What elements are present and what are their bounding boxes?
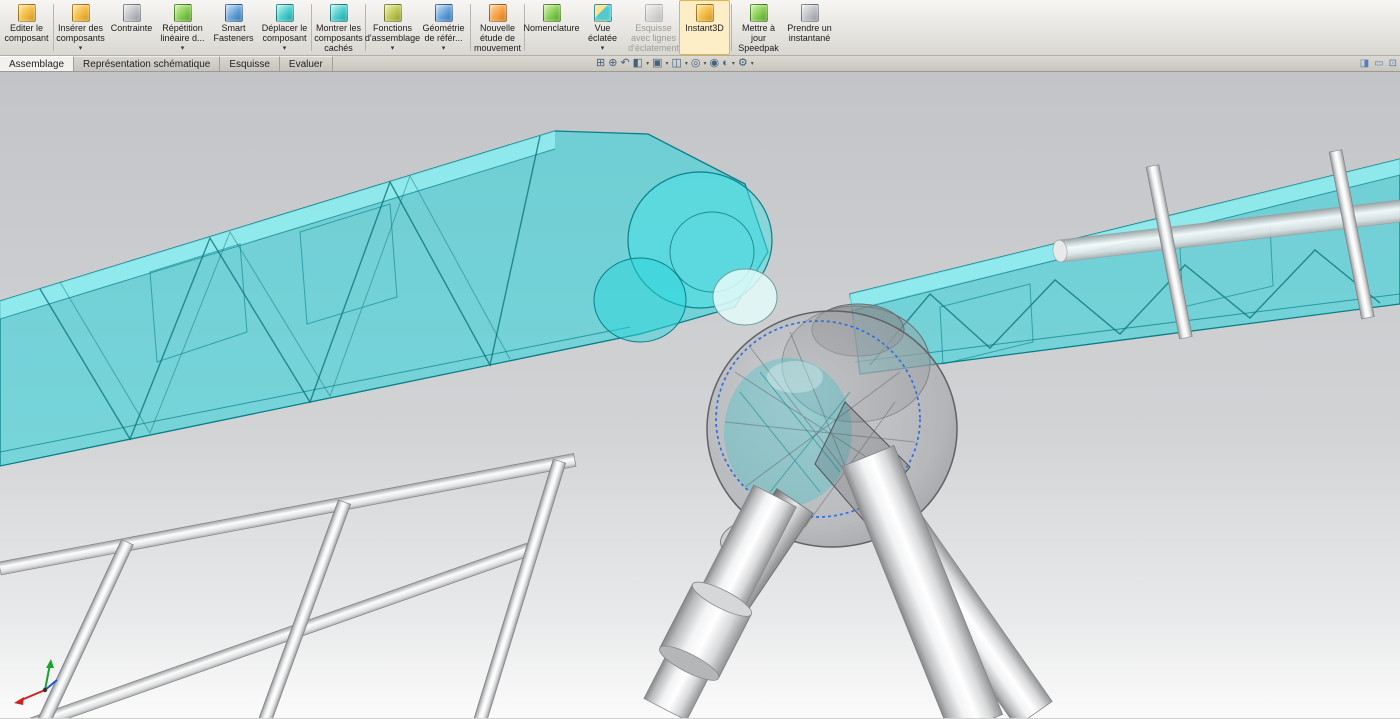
edit-appearance-icon[interactable]: ◉: [710, 58, 720, 69]
new-motion-study-icon: [489, 4, 507, 22]
show-hidden-components-button[interactable]: Montrer les composants cachés: [313, 0, 364, 55]
assembly-features-button[interactable]: Fonctions d'assemblage ▾: [367, 0, 418, 55]
graphics-area[interactable]: [0, 72, 1400, 718]
featuremanager-collapse-icon[interactable]: ▭: [1374, 59, 1383, 69]
mate-paperclip-icon: [123, 4, 141, 22]
toolbar-separator: [470, 4, 471, 51]
take-snapshot-icon: [801, 4, 819, 22]
exploded-view-icon: [594, 4, 612, 22]
view-toolbar: ⊞⊕↶◧▾▣▾◫▾◎▾◉◐▾⚙▾: [596, 56, 754, 71]
smart-fasteners-icon: [225, 4, 243, 22]
explode-line-sketch-button: Esquisse avec lignes d'éclatement: [628, 0, 679, 55]
dropdown-caret-icon[interactable]: ▾: [704, 60, 707, 67]
dropdown-caret-icon[interactable]: ▾: [601, 46, 605, 51]
move-component-icon: [276, 4, 294, 22]
assembly-features-icon: [384, 4, 402, 22]
dropdown-caret-icon[interactable]: ▾: [391, 46, 395, 51]
previous-view-icon[interactable]: ↶: [620, 58, 629, 69]
smart-fasteners-button[interactable]: Smart Fasteners: [208, 0, 259, 55]
dropdown-caret-icon[interactable]: ▾: [685, 60, 688, 67]
command-manager-tabs: Assemblage Représentation schématique Es…: [0, 56, 1400, 72]
dropdown-caret-icon[interactable]: ▾: [646, 60, 649, 67]
dropdown-caret-icon[interactable]: ▾: [442, 46, 446, 51]
view-orientation-icon[interactable]: ▣: [652, 58, 662, 69]
toolbar-separator: [731, 4, 732, 51]
explode-line-sketch-icon: [645, 4, 663, 22]
dropdown-caret-icon[interactable]: ▾: [283, 46, 287, 51]
dropdown-caret-icon[interactable]: ▾: [79, 46, 83, 51]
edit-component-button[interactable]: Editer le composant: [1, 0, 52, 55]
insert-components-button[interactable]: Insérer des composants ▾: [55, 0, 106, 55]
take-snapshot-button[interactable]: Prendre un instantané: [784, 0, 835, 55]
update-speedpak-icon: [750, 4, 768, 22]
bill-of-materials-icon: [543, 4, 561, 22]
display-style-icon[interactable]: ◫: [672, 58, 682, 69]
view-settings-icon[interactable]: ⚙: [738, 58, 748, 69]
edit-component-icon: [18, 4, 36, 22]
instant3d-icon: [696, 4, 714, 22]
insert-components-icon: [72, 4, 90, 22]
show-hidden-components-icon: [330, 4, 348, 22]
zoom-area-icon[interactable]: ⊕: [608, 58, 617, 69]
mate-button[interactable]: Contrainte: [106, 0, 157, 55]
command-manager-toolbar: Editer le composant Insérer des composan…: [0, 0, 1400, 56]
toolbar-separator: [53, 4, 54, 51]
zoom-fit-icon[interactable]: ⊞: [596, 58, 605, 69]
section-view-icon[interactable]: ◧: [633, 58, 643, 69]
reference-geometry-icon: [435, 4, 453, 22]
hide-show-items-icon[interactable]: ◎: [691, 58, 701, 69]
dropdown-caret-icon[interactable]: ▾: [181, 46, 185, 51]
move-component-button[interactable]: Déplacer le composant ▾: [259, 0, 310, 55]
linear-pattern-button[interactable]: Répétition linéaire d... ▾: [157, 0, 208, 55]
tab-evaluer[interactable]: Evaluer: [280, 56, 333, 71]
dropdown-caret-icon[interactable]: ▾: [751, 60, 754, 67]
update-speedpak-button[interactable]: Mettre à jour Speedpak: [733, 0, 784, 55]
exploded-view-button[interactable]: Vue éclatée ▾: [577, 0, 628, 55]
tab-representation-schematique[interactable]: Représentation schématique: [74, 56, 220, 71]
bill-of-materials-button[interactable]: Nomenclature: [526, 0, 577, 55]
display-pane-buttons: ◨ ▭ ⊡: [1360, 56, 1397, 71]
reference-geometry-button[interactable]: Géométrie de référ... ▾: [418, 0, 469, 55]
display-pane-expand-icon[interactable]: ◨: [1360, 59, 1369, 69]
apply-scene-icon[interactable]: ◐: [722, 58, 729, 69]
fullscreen-toggle-icon[interactable]: ⊡: [1389, 59, 1397, 69]
linear-pattern-icon: [174, 4, 192, 22]
tab-esquisse[interactable]: Esquisse: [220, 56, 280, 71]
tab-assemblage[interactable]: Assemblage: [0, 56, 74, 71]
dropdown-caret-icon[interactable]: ▾: [732, 60, 735, 67]
new-motion-study-button[interactable]: Nouvelle étude de mouvement: [472, 0, 523, 55]
toolbar-separator: [311, 4, 312, 51]
instant3d-button[interactable]: Instant3D: [679, 0, 730, 55]
dropdown-caret-icon[interactable]: ▾: [665, 60, 668, 67]
